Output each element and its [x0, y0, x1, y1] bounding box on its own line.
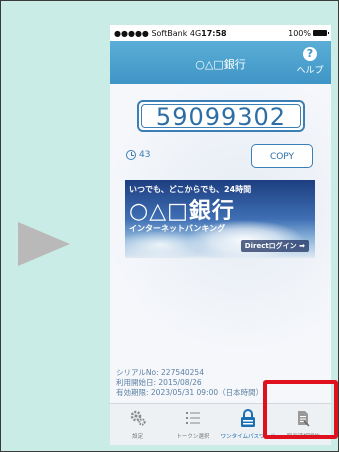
clock-time: 17:58: [201, 28, 227, 38]
battery-percent: 100%: [288, 28, 311, 38]
expiry-date: 有効期限: 2023/05/31 09:00（日本時間）: [116, 388, 264, 397]
tab-settings[interactable]: 設定: [110, 404, 165, 445]
nav-bar: ○△□銀行 ? ヘルプ: [110, 41, 331, 84]
battery-indicator: 100%: [288, 28, 329, 38]
cloud-graphic-small: [125, 230, 205, 258]
banner-bank-name: ○△□銀行: [129, 199, 235, 224]
token-code: 59099302: [141, 104, 301, 129]
tab-token-select[interactable]: トークン選択: [165, 404, 220, 445]
help-icon: ?: [303, 47, 317, 61]
token-info: シリアルNo: 227540254 利用開始日: 2015/08/26 有効期限…: [116, 368, 263, 398]
tab-settings-label: 設定: [132, 434, 144, 440]
serial-number: シリアルNo: 227540254: [116, 368, 204, 377]
battery-icon: [313, 30, 329, 36]
countdown-seconds: 43: [139, 150, 151, 160]
carrier-label: ●●●●● SoftBank 4G: [114, 28, 202, 38]
token-display: 59099302: [137, 100, 305, 132]
slide-frame: ●●●●● SoftBank 4G 17:58 100% ○△□銀行 ? ヘルプ…: [0, 0, 339, 452]
banner-ad[interactable]: いつでも、どこからでも、24時間 ○△□銀行 インターネットバンキング Dire…: [125, 180, 315, 258]
help-button[interactable]: ? ヘルプ: [295, 47, 325, 76]
highlight-box: [263, 380, 338, 439]
start-date: 利用開始日: 2015/08/26: [116, 378, 202, 387]
status-bar: ●●●●● SoftBank 4G 17:58 100%: [110, 25, 331, 41]
main-content: 59099302 43 COPY いつでも、どこからでも、24時間 ○△□銀行 …: [110, 84, 331, 404]
play-arrow-icon: [18, 222, 70, 266]
banner-subtitle: インターネットバンキング: [129, 224, 226, 233]
direct-login-link[interactable]: Directログイン ➡: [240, 240, 309, 252]
copy-button[interactable]: COPY: [251, 144, 313, 168]
gear-icon: [130, 410, 146, 426]
clock-icon: [126, 150, 136, 160]
tab-token-select-label: トークン選択: [176, 434, 210, 440]
lock-icon: [241, 409, 256, 427]
countdown-timer: 43: [126, 150, 150, 160]
help-label: ヘルプ: [296, 66, 324, 76]
list-icon: [185, 412, 200, 424]
